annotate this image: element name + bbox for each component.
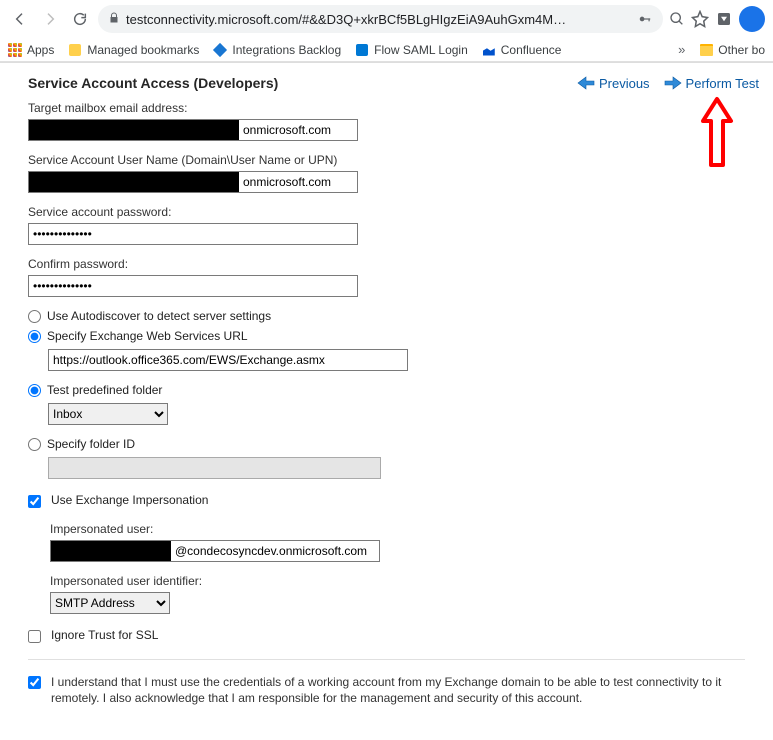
- target-mailbox-input[interactable]: [28, 119, 358, 141]
- apps-grid-icon: [8, 43, 22, 57]
- bookmark-icon: [68, 43, 82, 57]
- bookmark-label: Managed bookmarks: [87, 43, 199, 57]
- previous-label: Previous: [599, 76, 650, 91]
- extension-icon[interactable]: [715, 10, 733, 28]
- bookmark-integrations[interactable]: Integrations Backlog: [213, 43, 341, 57]
- password-label: Service account password:: [28, 205, 745, 219]
- forward-button[interactable]: [38, 7, 62, 31]
- folder-id-input: [48, 457, 381, 479]
- browser-toolbar: testconnectivity.microsoft.com/#&&D3Q+xk…: [0, 0, 773, 38]
- ews-url-input[interactable]: [48, 349, 408, 371]
- page-header: Service Account Access (Developers) Prev…: [2, 63, 771, 101]
- bookmark-flow[interactable]: Flow SAML Login: [355, 43, 468, 57]
- impersonated-user-label: Impersonated user:: [50, 522, 745, 536]
- bookmarks-bar: Apps Managed bookmarks Integrations Back…: [0, 38, 773, 62]
- bookmark-icon: [355, 43, 369, 57]
- ignore-ssl-label: Ignore Trust for SSL: [51, 628, 158, 642]
- overflow-chevron-icon[interactable]: »: [678, 42, 685, 57]
- bookmark-label: Confluence: [501, 43, 562, 57]
- autodiscover-radio[interactable]: [28, 310, 41, 323]
- acknowledge-checkbox[interactable]: [28, 676, 41, 689]
- acknowledge-text: I understand that I must use the credent…: [51, 674, 745, 706]
- reload-button[interactable]: [68, 7, 92, 31]
- back-button[interactable]: [8, 7, 32, 31]
- impersonated-user-input[interactable]: [50, 540, 380, 562]
- bookmark-managed[interactable]: Managed bookmarks: [68, 43, 199, 57]
- lock-icon: [108, 12, 120, 27]
- predefined-folder-label: Test predefined folder: [47, 383, 162, 397]
- profile-avatar[interactable]: [739, 6, 765, 32]
- url-text: testconnectivity.microsoft.com/#&&D3Q+xk…: [126, 12, 631, 27]
- use-impersonation-label: Use Exchange Impersonation: [51, 493, 208, 507]
- page-content: Service Account Access (Developers) Prev…: [0, 63, 773, 740]
- key-icon[interactable]: [637, 12, 653, 26]
- bookmark-label: Integrations Backlog: [232, 43, 341, 57]
- divider: [28, 659, 745, 660]
- password-input[interactable]: [28, 223, 358, 245]
- impersonated-identifier-select[interactable]: SMTP Address: [50, 592, 170, 614]
- confirm-password-label: Confirm password:: [28, 257, 745, 271]
- service-account-username-label: Service Account User Name (Domain\User N…: [28, 153, 745, 167]
- specify-ews-url-label: Specify Exchange Web Services URL: [47, 329, 248, 343]
- service-account-username-input[interactable]: [28, 171, 358, 193]
- specify-folder-id-label: Specify folder ID: [47, 437, 135, 451]
- specify-folder-id-radio[interactable]: [28, 438, 41, 451]
- zoom-icon[interactable]: [669, 11, 685, 27]
- browser-chrome: testconnectivity.microsoft.com/#&&D3Q+xk…: [0, 0, 773, 63]
- predefined-folder-radio[interactable]: [28, 384, 41, 397]
- arrow-left-icon: [577, 76, 595, 90]
- apps-label: Apps: [27, 43, 54, 57]
- perform-test-button[interactable]: Perform Test: [664, 76, 759, 91]
- bookmark-icon: [213, 43, 227, 57]
- bookmark-label: Flow SAML Login: [374, 43, 468, 57]
- other-bookmarks-label: Other bo: [718, 43, 765, 57]
- confirm-password-input[interactable]: [28, 275, 358, 297]
- previous-button[interactable]: Previous: [577, 76, 650, 91]
- bookmark-confluence[interactable]: Confluence: [482, 43, 562, 57]
- bookmark-star-icon[interactable]: [691, 10, 709, 28]
- folder-select[interactable]: Inbox: [48, 403, 168, 425]
- impersonated-identifier-label: Impersonated user identifier:: [50, 574, 745, 588]
- use-impersonation-checkbox[interactable]: [28, 495, 41, 508]
- apps-shortcut[interactable]: Apps: [8, 43, 54, 57]
- ignore-ssl-checkbox[interactable]: [28, 630, 41, 643]
- target-mailbox-label: Target mailbox email address:: [28, 101, 745, 115]
- other-bookmarks[interactable]: Other bo: [699, 43, 765, 57]
- arrow-right-icon: [664, 76, 682, 90]
- perform-test-label: Perform Test: [686, 76, 759, 91]
- bookmark-icon: [482, 43, 496, 57]
- autodiscover-label: Use Autodiscover to detect server settin…: [47, 309, 271, 323]
- url-bar[interactable]: testconnectivity.microsoft.com/#&&D3Q+xk…: [98, 5, 663, 33]
- folder-icon: [699, 43, 713, 57]
- specify-ews-url-radio[interactable]: [28, 330, 41, 343]
- page-title: Service Account Access (Developers): [28, 75, 278, 91]
